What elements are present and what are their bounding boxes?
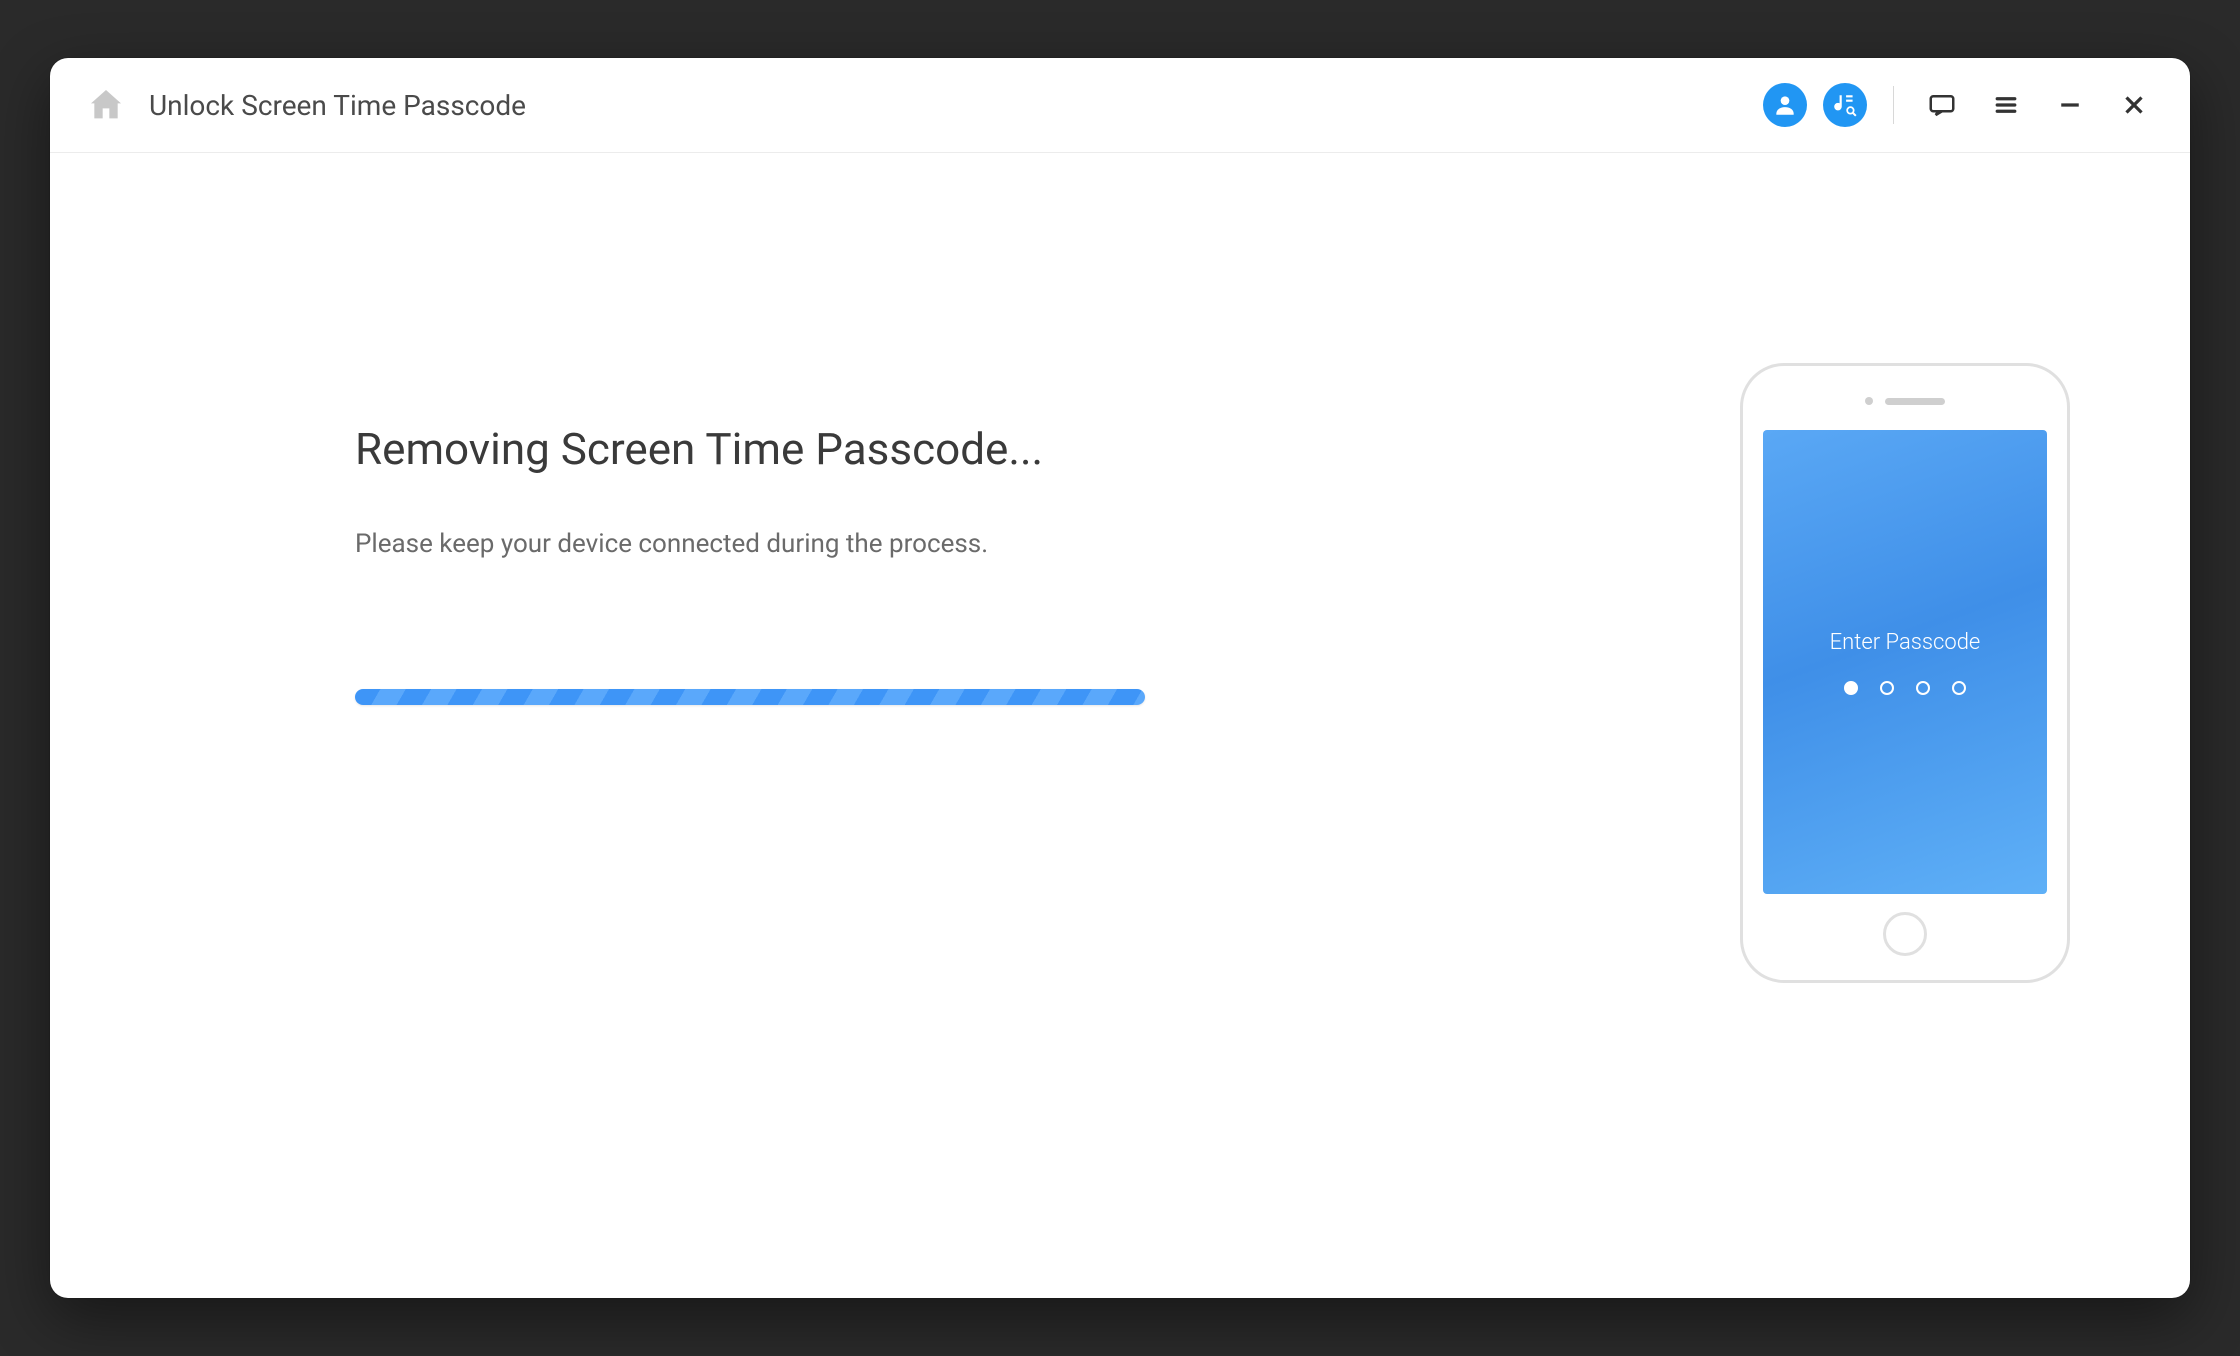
home-icon[interactable]: [85, 84, 127, 126]
device-illustration-panel: Enter Passcode: [1715, 363, 2095, 1298]
passcode-dot: [1952, 681, 1966, 695]
passcode-dot: [1844, 681, 1858, 695]
passcode-label: Enter Passcode: [1830, 630, 1981, 655]
close-button[interactable]: [2108, 79, 2160, 131]
account-icon[interactable]: [1763, 83, 1807, 127]
phone-illustration: Enter Passcode: [1740, 363, 2070, 983]
window-title: Unlock Screen Time Passcode: [149, 89, 526, 122]
app-window: Unlock Screen Time Passcode: [50, 58, 2190, 1298]
menu-icon[interactable]: [1980, 79, 2032, 131]
music-search-icon[interactable]: [1823, 83, 1867, 127]
phone-speaker-icon: [1885, 398, 1945, 405]
minimize-button[interactable]: [2044, 79, 2096, 131]
passcode-dots: [1844, 681, 1966, 695]
titlebar-divider: [1893, 86, 1894, 124]
status-panel: Removing Screen Time Passcode... Please …: [160, 363, 1715, 1298]
progress-bar: [355, 689, 1145, 705]
titlebar-controls: [1763, 79, 2160, 131]
content-area: Removing Screen Time Passcode... Please …: [50, 153, 2190, 1298]
phone-home-button-icon: [1883, 912, 1927, 956]
status-heading: Removing Screen Time Passcode...: [355, 423, 1715, 475]
titlebar: Unlock Screen Time Passcode: [50, 58, 2190, 153]
status-subtext: Please keep your device connected during…: [355, 529, 1715, 559]
passcode-dot: [1916, 681, 1930, 695]
phone-top: [1865, 386, 1945, 416]
feedback-icon[interactable]: [1916, 79, 1968, 131]
phone-camera-icon: [1865, 397, 1873, 405]
passcode-dot: [1880, 681, 1894, 695]
phone-screen: Enter Passcode: [1763, 430, 2047, 894]
